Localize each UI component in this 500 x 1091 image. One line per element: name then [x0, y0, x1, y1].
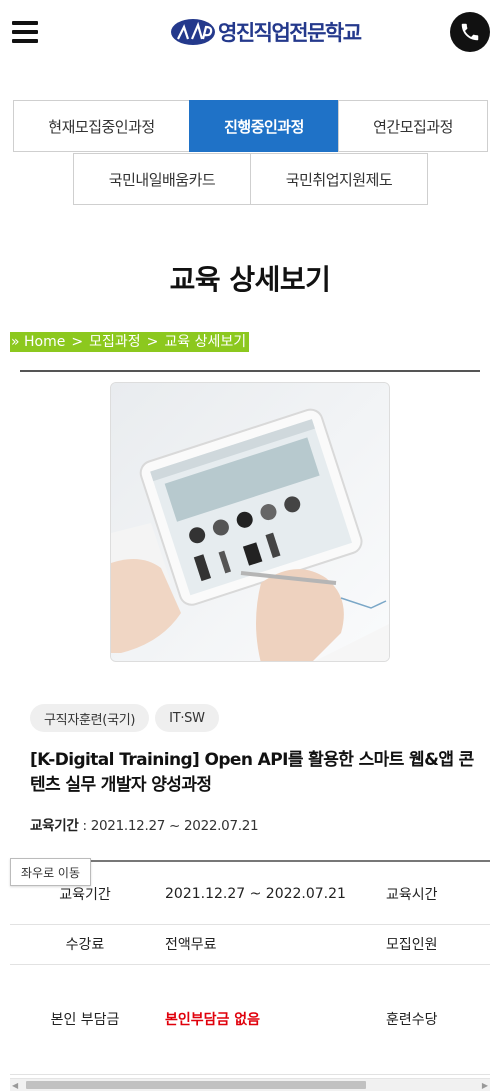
- logo-text: 영진직업전문학교: [218, 21, 362, 45]
- table-cell-label: 모집인원: [350, 924, 490, 965]
- tag-training-type: 구직자훈련(국기): [30, 704, 150, 732]
- breadcrumb-prefix: »: [11, 334, 20, 350]
- course-title: [K-Digital Training] Open API를 활용한 스마트 웹…: [30, 750, 474, 795]
- tab-employment-support[interactable]: 국민취업지원제도: [250, 153, 428, 205]
- scroll-right-arrow-icon[interactable]: ▶: [482, 1081, 488, 1090]
- scroll-hint-tooltip: 좌우로 이동: [10, 858, 92, 886]
- table-cell-value: 전액무료: [160, 924, 350, 965]
- tab-current-recruiting[interactable]: 현재모집중인과정: [13, 100, 190, 152]
- course-period-label: 교육기간: [30, 818, 79, 834]
- phone-call-button[interactable]: [450, 12, 490, 52]
- course-info-table: 교육기간 2021.12.27 ~ 2022.07.21 교육시간 수강료 전액…: [10, 864, 490, 1075]
- breadcrumb-home-link[interactable]: Home: [24, 332, 65, 352]
- header: 영진직업전문학교: [0, 0, 500, 66]
- table-cell-value: 2021.12.27 ~ 2022.07.21: [160, 864, 350, 925]
- tag-field: IT·SW: [155, 704, 219, 732]
- breadcrumb-separator: >: [71, 334, 84, 350]
- course-period: 교육기간 : 2021.12.27 ~ 2022.07.21: [30, 814, 259, 834]
- tab-learning-card[interactable]: 국민내일배움카드: [73, 153, 251, 205]
- breadcrumb-recruiting-link[interactable]: 모집과정: [89, 332, 141, 352]
- table-cell-label: 수강료: [10, 924, 160, 965]
- table-cell-label: 본인 부담금: [10, 964, 160, 1075]
- table-cell-value: 본인부담금 없음: [160, 964, 350, 1075]
- table-cell-label: 교육시간: [350, 864, 490, 925]
- course-tags: 구직자훈련(국기) IT·SW: [30, 704, 219, 732]
- scroll-left-arrow-icon[interactable]: ◀: [12, 1081, 18, 1090]
- section-divider: [20, 370, 480, 372]
- page-title: 교육 상세보기: [169, 263, 331, 296]
- breadcrumb-separator: >: [146, 334, 159, 350]
- phone-icon: [461, 23, 479, 41]
- logo-mark-icon: [171, 19, 215, 45]
- logo[interactable]: 영진직업전문학교: [170, 16, 362, 48]
- horizontal-scrollbar[interactable]: ◀ ▶: [10, 1078, 490, 1091]
- course-period-value: : 2021.12.27 ~ 2022.07.21: [82, 818, 259, 834]
- scrollbar-thumb[interactable]: [26, 1081, 366, 1089]
- tab-annual-recruiting[interactable]: 연간모집과정: [338, 100, 488, 152]
- breadcrumb: » Home > 모집과정 > 교육 상세보기: [10, 332, 250, 352]
- table-row: 수강료 전액무료 모집인원: [10, 924, 490, 965]
- breadcrumb-current: 교육 상세보기: [164, 334, 247, 350]
- hamburger-icon[interactable]: [12, 21, 38, 43]
- tab-in-progress[interactable]: 진행중인과정: [189, 100, 339, 152]
- course-image: [110, 382, 390, 662]
- table-row: 본인 부담금 본인부담금 없음 훈련수당: [10, 964, 490, 1075]
- table-cell-label: 훈련수당: [350, 964, 490, 1075]
